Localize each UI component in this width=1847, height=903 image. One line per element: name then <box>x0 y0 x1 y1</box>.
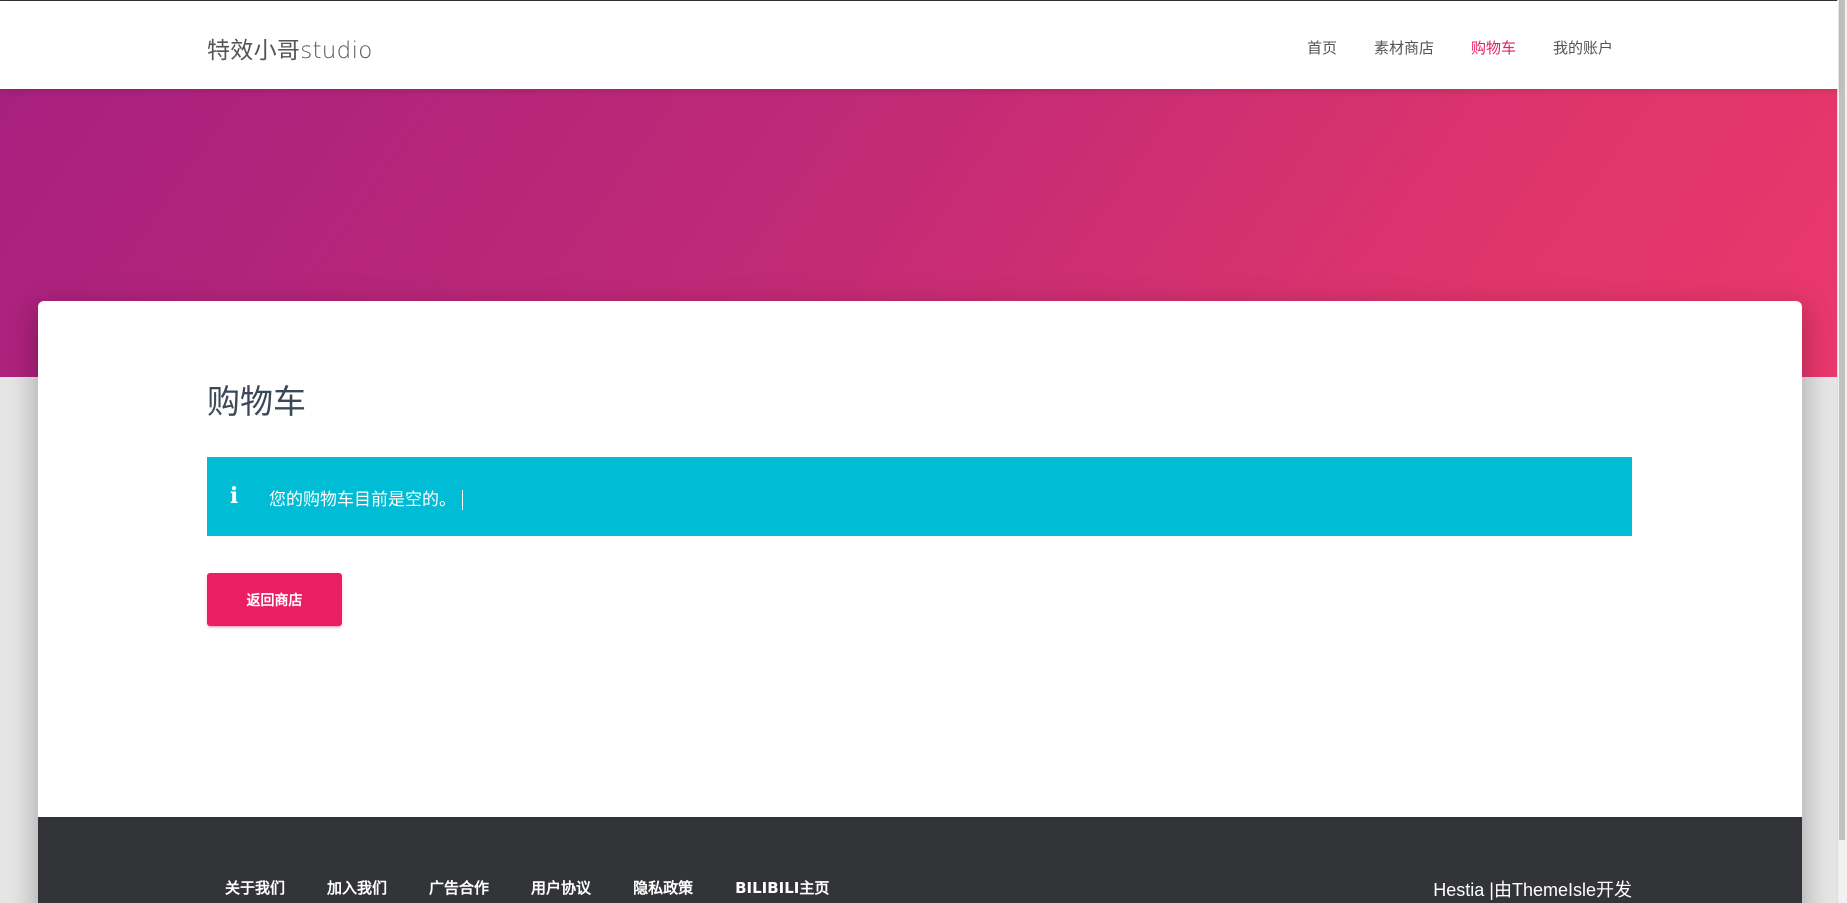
empty-cart-notice: i 您的购物车目前是空的。 <box>207 457 1632 536</box>
nav-link-account[interactable]: 我的账户 <box>1553 37 1613 58</box>
empty-cart-message-text: 您的购物车目前是空的。 <box>269 490 456 510</box>
content-card: 购物车 i 您的购物车目前是空的。 返回商店 <box>38 301 1802 903</box>
site-brand-link[interactable]: 特效小哥studio <box>207 31 373 65</box>
footer-link-about[interactable]: 关于我们 <box>225 877 285 898</box>
footer-link-join[interactable]: 加入我们 <box>327 877 387 898</box>
nav-link-home[interactable]: 首页 <box>1307 37 1337 58</box>
page: 特效小哥studio 首页 素材商店 购物车 我的账户 购物车 i 您的购物车目… <box>0 0 1847 903</box>
footer: 关于我们 加入我们 广告合作 用户协议 隐私政策 BILIBILI主页 Hest… <box>38 817 1802 903</box>
footer-link-privacy[interactable]: 隐私政策 <box>633 877 693 898</box>
navbar: 特效小哥studio 首页 素材商店 购物车 我的账户 <box>0 1 1838 89</box>
empty-cart-message: 您的购物车目前是空的。 <box>269 485 463 510</box>
page-title: 购物车 <box>207 382 306 421</box>
info-icon: i <box>229 483 239 509</box>
footer-links: 关于我们 加入我们 广告合作 用户协议 隐私政策 BILIBILI主页 <box>225 877 871 898</box>
footer-link-terms[interactable]: 用户协议 <box>531 877 591 898</box>
main-nav: 首页 素材商店 购物车 我的账户 <box>1270 37 1613 58</box>
footer-link-bilibili[interactable]: BILIBILI主页 <box>735 877 829 898</box>
text-caret <box>462 490 463 510</box>
footer-credit: Hestia |由ThemeIsle开发 <box>1433 880 1632 900</box>
footer-link-ads[interactable]: 广告合作 <box>429 877 489 898</box>
nav-link-shop[interactable]: 素材商店 <box>1374 37 1434 58</box>
nav-link-cart[interactable]: 购物车 <box>1471 37 1516 58</box>
page-scrollbar[interactable] <box>1837 0 1847 903</box>
return-to-shop-button[interactable]: 返回商店 <box>207 573 342 626</box>
scrollbar-thumb[interactable] <box>1839 0 1845 840</box>
